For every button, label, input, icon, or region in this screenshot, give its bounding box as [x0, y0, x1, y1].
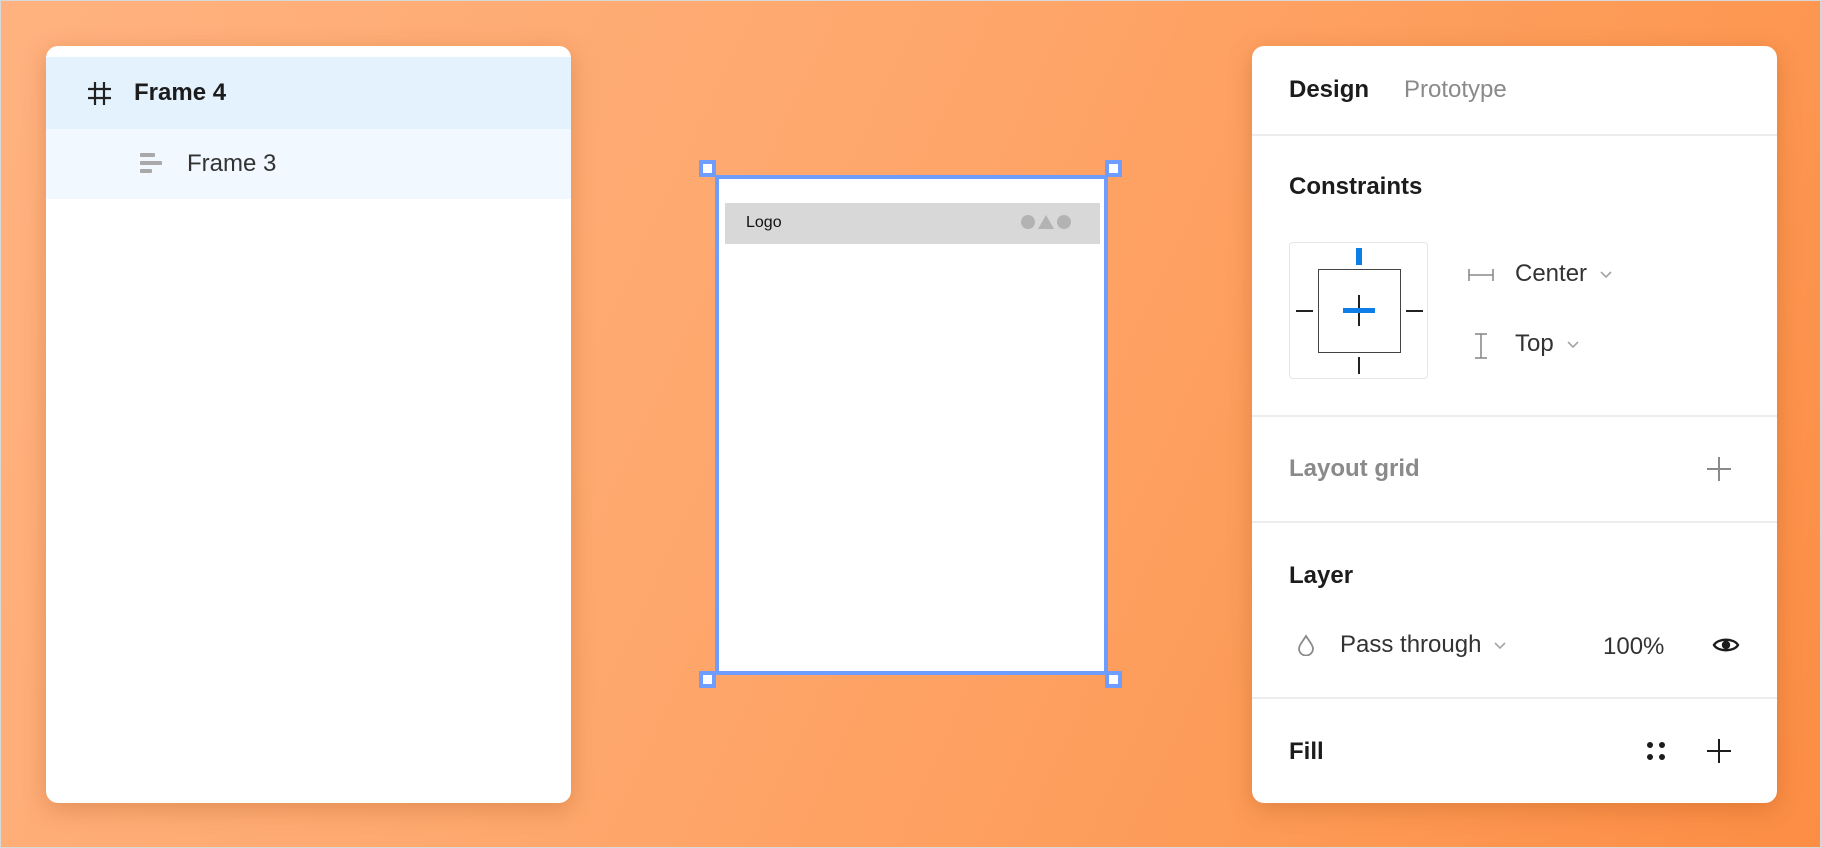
resize-handle-top-right[interactable]	[1105, 160, 1122, 177]
vertical-constraint-dropdown[interactable]: Top	[1515, 330, 1580, 358]
horizontal-constraint-value: Center	[1515, 260, 1588, 287]
resize-handle-top-left[interactable]	[699, 160, 716, 177]
plus-icon	[1707, 457, 1731, 481]
chevron-down-icon	[1600, 271, 1612, 279]
plus-icon	[1707, 739, 1731, 763]
layer-item-frame-4[interactable]: Frame 4	[46, 57, 571, 129]
triangle-shape-icon	[1038, 215, 1054, 229]
toggle-visibility-button[interactable]	[1712, 635, 1740, 660]
horizontal-constraint-icon	[1468, 268, 1494, 287]
chevron-down-icon	[1494, 642, 1506, 650]
fill-styles-button[interactable]	[1646, 741, 1668, 768]
opacity-input[interactable]: 100%	[1603, 633, 1664, 661]
layers-panel: Frame 4 Frame 3	[46, 46, 571, 803]
frame-header-bar: Logo	[725, 203, 1100, 244]
constraint-horizontal-center-active[interactable]	[1343, 308, 1375, 313]
constraints-title: Constraints	[1289, 173, 1423, 200]
fill-title: Fill	[1289, 738, 1324, 765]
divider	[1252, 415, 1777, 417]
layer-item-frame-3[interactable]: Frame 3	[46, 129, 571, 199]
blend-mode-value: Pass through	[1340, 631, 1482, 658]
layer-title: Layer	[1289, 562, 1354, 589]
frame-logo-text: Logo	[746, 214, 782, 231]
tab-prototype[interactable]: Prototype	[1404, 76, 1507, 104]
eye-icon	[1712, 638, 1740, 652]
styles-dots-icon	[1647, 742, 1665, 760]
canvas-frame-selected[interactable]: Logo	[715, 175, 1108, 675]
design-panel: Design Prototype Constraints Center Top …	[1252, 46, 1777, 803]
circle-shape-icon	[1057, 215, 1071, 229]
auto-layout-icon	[140, 153, 162, 174]
layer-item-label: Frame 4	[134, 79, 227, 106]
constraint-bottom[interactable]	[1358, 357, 1360, 374]
circle-shape-icon	[1021, 215, 1035, 229]
drop-icon	[1297, 634, 1315, 661]
divider	[1252, 697, 1777, 699]
divider	[1252, 134, 1777, 136]
vertical-constraint-icon	[1474, 333, 1488, 364]
add-layout-grid-button[interactable]	[1706, 456, 1732, 487]
blend-mode-dropdown[interactable]: Pass through	[1340, 631, 1507, 659]
layer-item-label: Frame 3	[187, 150, 277, 177]
constraint-right[interactable]	[1406, 310, 1423, 312]
vertical-constraint-value: Top	[1515, 330, 1554, 357]
constraint-inner-box	[1318, 269, 1401, 353]
constraint-left[interactable]	[1296, 310, 1313, 312]
tab-design[interactable]: Design	[1289, 76, 1369, 104]
constraint-top-active[interactable]	[1356, 248, 1362, 265]
add-fill-button[interactable]	[1706, 738, 1732, 769]
divider	[1252, 521, 1777, 523]
resize-handle-bottom-right[interactable]	[1105, 671, 1122, 688]
horizontal-constraint-dropdown[interactable]: Center	[1515, 260, 1613, 288]
layout-grid-title: Layout grid	[1289, 455, 1420, 482]
chevron-down-icon	[1567, 341, 1579, 349]
frame-hash-icon	[87, 81, 112, 106]
constraint-widget[interactable]	[1289, 242, 1428, 379]
resize-handle-bottom-left[interactable]	[699, 671, 716, 688]
